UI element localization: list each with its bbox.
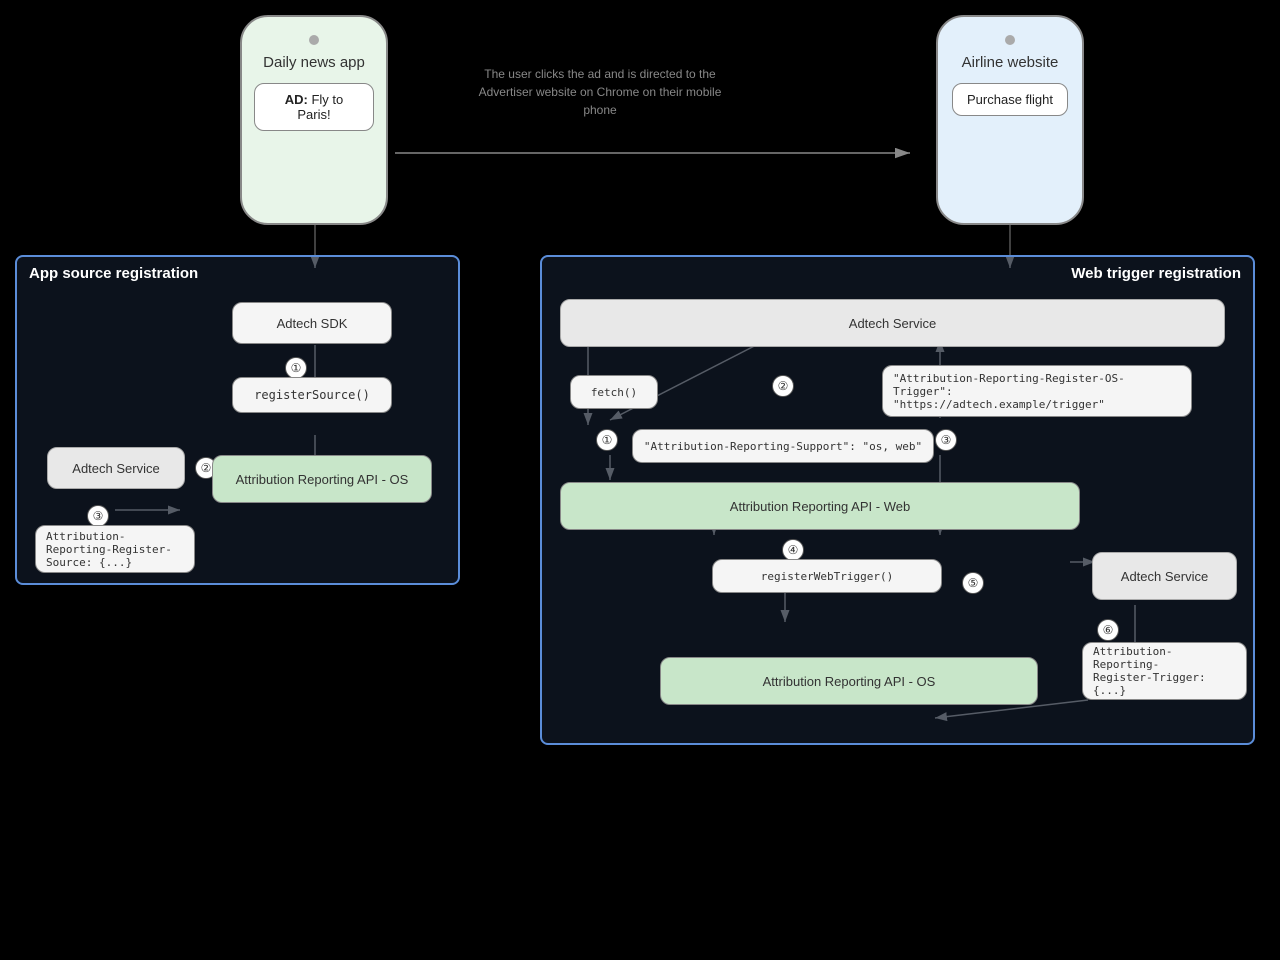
register-trigger-header-box: Attribution-Reporting- Register-Trigger:… (1082, 642, 1247, 700)
left-phone-ad: AD: Fly to Paris! (254, 83, 374, 131)
ad-label: AD: (285, 92, 308, 107)
right-phone-camera (1005, 35, 1015, 45)
diagram-area: Daily news app AD: Fly to Paris! Airline… (0, 0, 1280, 960)
web-step4-label: ④ (782, 539, 804, 561)
adtech-sdk-label: Adtech SDK (277, 316, 348, 331)
step1-label: ① (285, 357, 307, 379)
attribution-api-os-left-label: Attribution Reporting API - OS (236, 472, 409, 487)
register-source-box: registerSource() (232, 377, 392, 413)
web-step6-circle: ⑥ (1097, 619, 1119, 641)
attribution-api-web-box: Attribution Reporting API - Web (560, 482, 1080, 530)
description-text: The user clicks the ad and is directed t… (470, 65, 730, 119)
right-phone: Airline website Purchase flight (936, 15, 1084, 225)
register-source-header-label: Attribution-Reporting-Register- Source: … (46, 530, 184, 569)
web-step5-label: ⑤ (962, 572, 984, 594)
adtech-service-left-box: Adtech Service (47, 447, 185, 489)
os-trigger-header-label: "Attribution-Reporting-Register-OS-Trigg… (893, 372, 1181, 411)
attribution-api-web-label: Attribution Reporting API - Web (730, 499, 910, 514)
app-source-box: App source registration Adtech SDK ① reg… (15, 255, 460, 585)
app-source-title: App source registration (29, 265, 198, 282)
attribution-api-os-web-box: Attribution Reporting API - OS (660, 657, 1038, 705)
web-step1-label: ① (596, 429, 618, 451)
left-phone: Daily news app AD: Fly to Paris! (240, 15, 388, 225)
register-web-trigger-label: registerWebTrigger() (761, 570, 893, 583)
support-header-label: "Attribution-Reporting-Support": "os, we… (644, 440, 922, 453)
support-header-box: "Attribution-Reporting-Support": "os, we… (632, 429, 934, 463)
fetch-box: fetch() (570, 375, 658, 409)
description-label: The user clicks the ad and is directed t… (479, 67, 722, 117)
register-web-trigger-box: registerWebTrigger() (712, 559, 942, 593)
web-step2-label: ② (772, 375, 794, 397)
attribution-api-os-web-label: Attribution Reporting API - OS (763, 674, 936, 689)
web-step4-circle: ④ (782, 539, 804, 561)
step1-circle: ① (285, 357, 307, 379)
left-phone-camera (309, 35, 319, 45)
right-phone-title: Airline website (962, 53, 1059, 73)
web-step3-circle: ③ (935, 429, 957, 451)
fetch-label: fetch() (591, 386, 637, 399)
web-trigger-title: Web trigger registration (1071, 265, 1241, 282)
web-step1-circle: ① (596, 429, 618, 451)
attribution-api-os-left-box: Attribution Reporting API - OS (212, 455, 432, 503)
right-phone-purchase: Purchase flight (952, 83, 1068, 116)
web-trigger-box: Web trigger registration Adtech Service … (540, 255, 1255, 745)
purchase-text: Purchase flight (967, 92, 1053, 107)
adtech-service-right-label: Adtech Service (1121, 569, 1208, 584)
web-step3-label: ③ (935, 429, 957, 451)
step3-circle: ③ (87, 505, 109, 527)
left-phone-title: Daily news app (263, 53, 365, 73)
adtech-service-right-box: Adtech Service (1092, 552, 1237, 600)
adtech-sdk-box: Adtech SDK (232, 302, 392, 344)
web-step2-circle: ② (772, 375, 794, 397)
register-source-header-box: Attribution-Reporting-Register- Source: … (35, 525, 195, 573)
register-source-label: registerSource() (254, 388, 370, 402)
adtech-service-web-top-box: Adtech Service (560, 299, 1225, 347)
os-trigger-header-box: "Attribution-Reporting-Register-OS-Trigg… (882, 365, 1192, 417)
adtech-service-left-label: Adtech Service (72, 461, 159, 476)
register-trigger-header-label: Attribution-Reporting- Register-Trigger:… (1093, 645, 1236, 697)
web-step6-label: ⑥ (1097, 619, 1119, 641)
web-step5-circle: ⑤ (962, 572, 984, 594)
adtech-service-web-top-label: Adtech Service (849, 316, 936, 331)
step3-label: ③ (87, 505, 109, 527)
